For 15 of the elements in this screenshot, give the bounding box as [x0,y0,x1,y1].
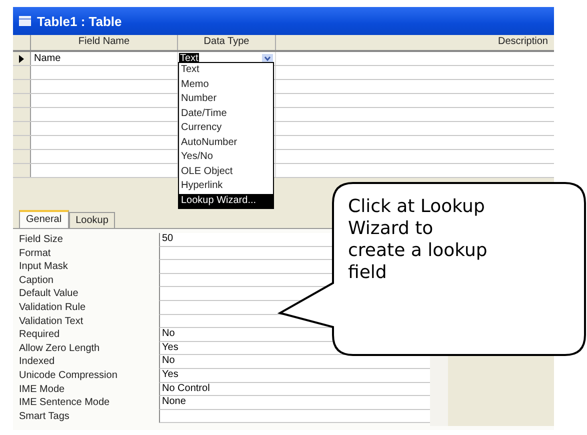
property-label: IME Mode [19,382,66,396]
property-label: Field Size [19,233,64,247]
property-label: Indexed [19,355,56,369]
property-label: Input Mask [19,260,69,274]
window-title: Table1 : Table [37,14,122,28]
property-label: Format [19,246,52,260]
property-label: Caption [19,274,54,288]
property-label: IME Sentence Mode [19,396,111,410]
property-label: Unicode Compression [19,368,118,383]
property-label: Validation Rule [19,300,87,315]
property-label: Required [19,328,61,342]
property-label: Allow Zero Length [19,342,101,356]
property-label: Smart Tags [19,410,70,424]
property-label: Validation Text [19,314,84,328]
property-label: Default Value [19,287,80,301]
